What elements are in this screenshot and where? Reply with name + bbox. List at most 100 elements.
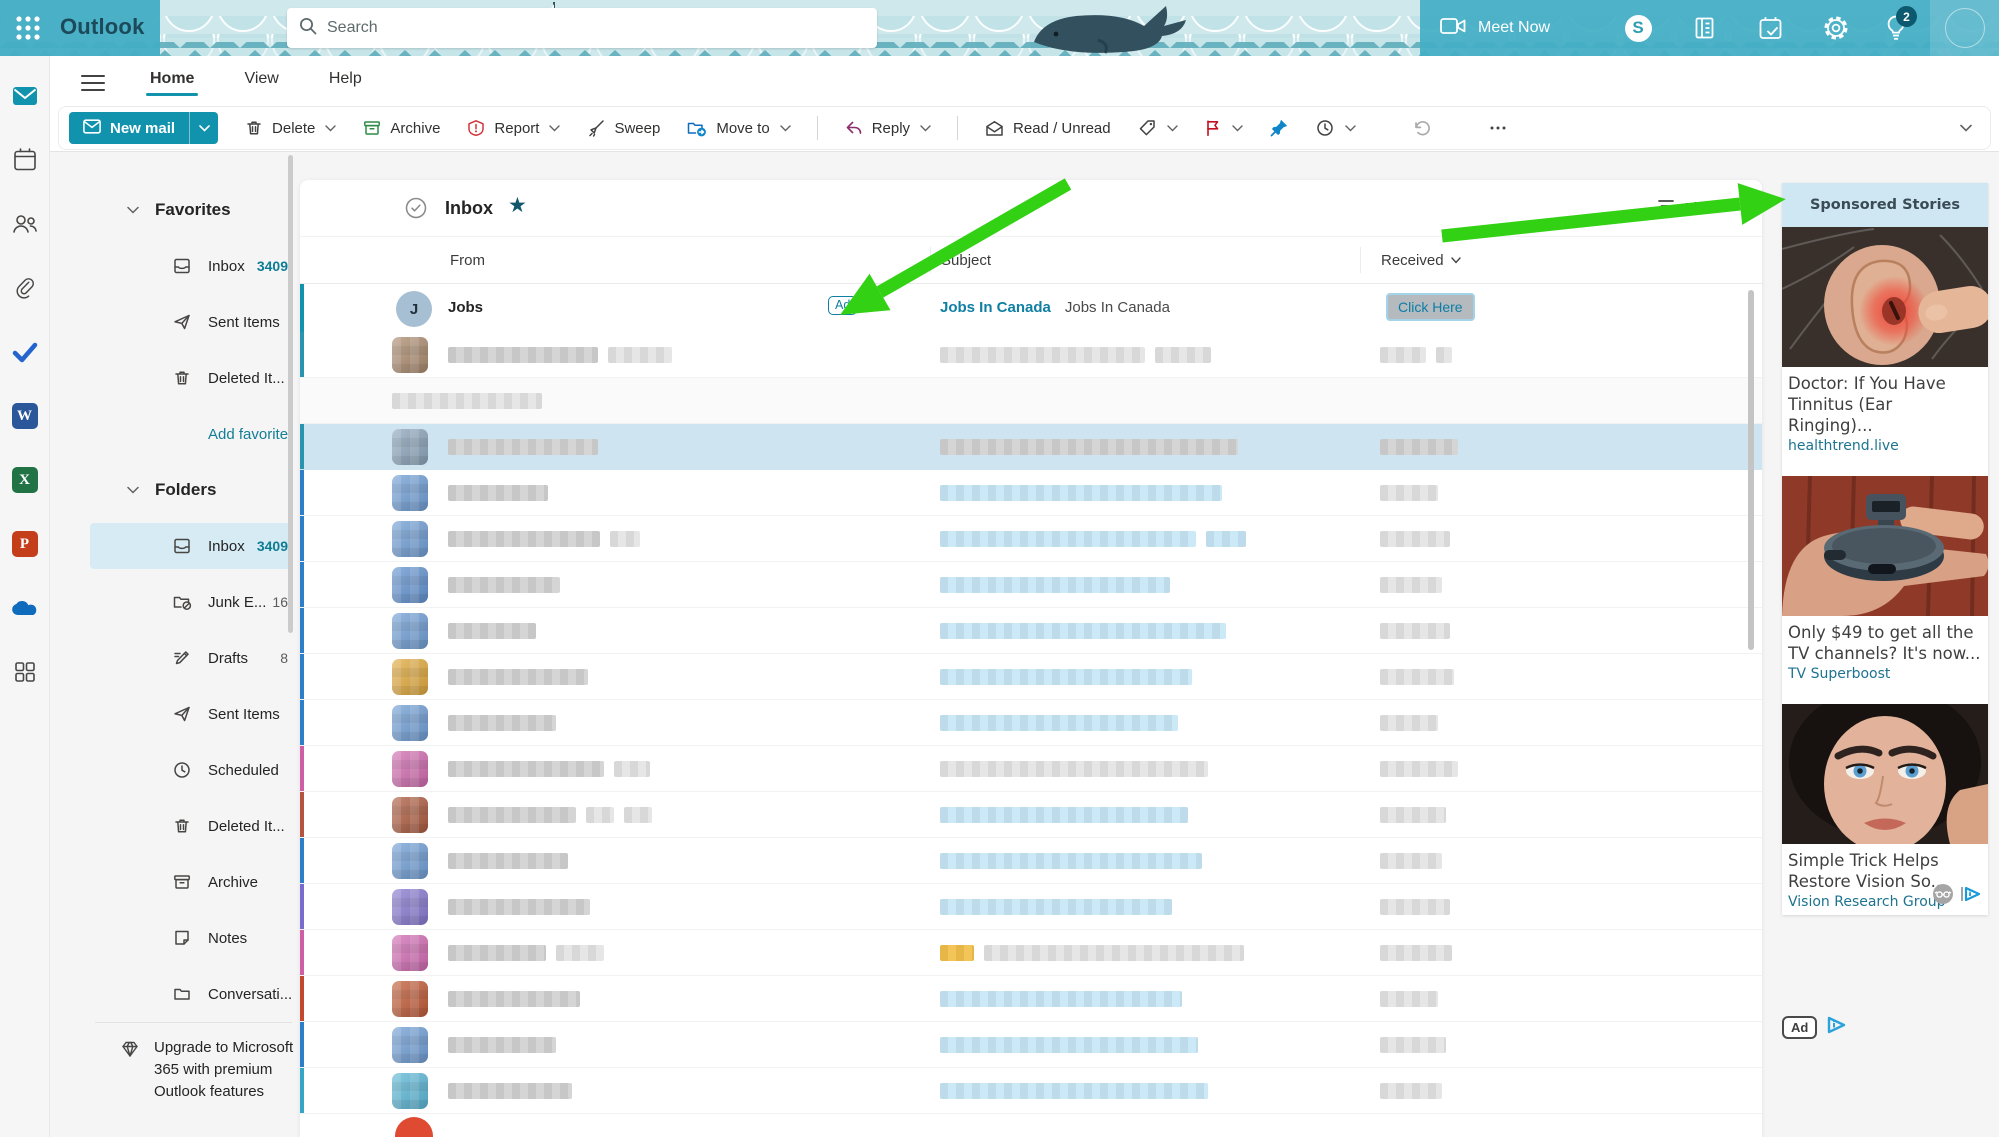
ad-link[interactable]: healthtrend.live bbox=[1782, 438, 1988, 454]
rail-item-calendar-icon[interactable] bbox=[11, 146, 39, 174]
folder-pane-scrollbar[interactable] bbox=[288, 155, 293, 633]
sidebar-item-inbox[interactable]: Inbox3409 bbox=[50, 518, 300, 574]
skype-icon[interactable]: S bbox=[1614, 0, 1662, 56]
toolbar-button-tag[interactable] bbox=[1137, 118, 1178, 138]
onenote-icon[interactable] bbox=[1680, 0, 1728, 56]
tips-count-badge: 2 bbox=[1896, 6, 1917, 27]
hamburger-menu-icon[interactable] bbox=[80, 72, 106, 94]
rail-item-excel-icon[interactable]: X bbox=[11, 466, 39, 494]
tab-help[interactable]: Help bbox=[327, 66, 364, 96]
sidebar-item-scheduled[interactable]: Scheduled bbox=[50, 742, 300, 798]
rail-item-people-icon[interactable] bbox=[11, 210, 39, 238]
message-row-placeholder[interactable] bbox=[300, 884, 1762, 930]
toolbar-button-reply[interactable]: Reply bbox=[844, 118, 931, 138]
trash-icon bbox=[172, 368, 192, 388]
sidebar-item-drafts[interactable]: Drafts8 bbox=[50, 630, 300, 686]
message-row-placeholder[interactable] bbox=[300, 1022, 1762, 1068]
new-mail-button[interactable]: New mail bbox=[69, 112, 218, 144]
column-subject[interactable]: Subject bbox=[930, 247, 1360, 273]
rail-item-paperclip-icon[interactable] bbox=[11, 274, 39, 302]
message-row-placeholder[interactable] bbox=[300, 1114, 1762, 1137]
toolbar-button-move-to[interactable]: Move to bbox=[686, 118, 790, 138]
ad-feedback-glasses-icon[interactable] bbox=[1932, 883, 1954, 909]
ad-badge-label[interactable]: Ad bbox=[1782, 1016, 1817, 1039]
message-row-placeholder[interactable] bbox=[300, 516, 1762, 562]
favorite-star-icon[interactable]: ★ bbox=[508, 195, 527, 216]
rail-item-todo-check-icon[interactable] bbox=[11, 338, 39, 366]
avatar bbox=[392, 567, 428, 603]
sponsored-ad-vision[interactable]: Simple Trick Helps Restore Vision So... … bbox=[1782, 704, 1988, 910]
sweep-icon bbox=[586, 118, 606, 138]
toolbar-button-read-unread[interactable]: Read / Unread bbox=[984, 119, 1111, 138]
ad-link[interactable]: TV Superboost bbox=[1782, 666, 1988, 682]
sidebar-item-junk-e[interactable]: Junk E...16 bbox=[50, 574, 300, 630]
sponsored-mail-row[interactable]: J Jobs Ad ... Jobs In Canada Jobs In Can… bbox=[300, 284, 1762, 335]
collapse-ribbon-chevron-icon[interactable] bbox=[1960, 124, 1972, 132]
ad-subject-link[interactable]: Jobs In Canada bbox=[940, 299, 1051, 316]
toolbar-button-pin[interactable] bbox=[1269, 118, 1289, 138]
upgrade-link[interactable]: Upgrade to Microsoft 365 with premium Ou… bbox=[50, 1023, 300, 1103]
rail-item-word-icon[interactable]: W bbox=[11, 402, 39, 430]
sidebar-item-sent-items[interactable]: Sent Items bbox=[50, 294, 300, 350]
rail-item-mail-icon[interactable] bbox=[11, 82, 39, 110]
toolbar-button-undo[interactable] bbox=[1412, 118, 1432, 138]
tab-view[interactable]: View bbox=[242, 66, 280, 96]
sidebar-item-notes[interactable]: Notes bbox=[50, 910, 300, 966]
sidebar-item-conversati[interactable]: Conversati... bbox=[50, 966, 300, 1022]
toolbar-button-flag[interactable] bbox=[1204, 118, 1243, 138]
message-row-placeholder[interactable] bbox=[300, 792, 1762, 838]
message-row-placeholder[interactable] bbox=[300, 562, 1762, 608]
tab-home[interactable]: Home bbox=[148, 66, 196, 96]
toolbar-button-label: Sweep bbox=[614, 120, 660, 137]
toolbar-button-dots[interactable] bbox=[1488, 118, 1508, 138]
message-row-placeholder[interactable] bbox=[300, 608, 1762, 654]
select-all-icon[interactable] bbox=[404, 196, 428, 220]
meet-now-button[interactable]: Meet Now bbox=[1432, 0, 1558, 56]
sponsored-ad-tv[interactable]: Only $49 to get all the TV channels? It'… bbox=[1782, 476, 1988, 682]
sidebar-item-deleted-it[interactable]: Deleted It... bbox=[50, 798, 300, 854]
new-mail-split-chevron[interactable] bbox=[189, 112, 218, 144]
rail-item-apps-grid-icon[interactable] bbox=[11, 658, 39, 686]
adchoices-icon[interactable] bbox=[1960, 886, 1982, 906]
message-row-placeholder[interactable] bbox=[300, 700, 1762, 746]
toolbar-button-sweep[interactable]: Sweep bbox=[586, 118, 660, 138]
settings-gear-icon[interactable] bbox=[1812, 0, 1860, 56]
toolbar-button-report[interactable]: Report bbox=[466, 118, 560, 138]
toolbar-button-label: Archive bbox=[390, 120, 440, 137]
sidebar-item-inbox[interactable]: Inbox3409 bbox=[50, 238, 300, 294]
search-input[interactable]: Search bbox=[287, 8, 877, 48]
message-row-placeholder[interactable] bbox=[300, 1068, 1762, 1114]
message-row-placeholder[interactable] bbox=[300, 746, 1762, 792]
message-row-placeholder[interactable] bbox=[300, 470, 1762, 516]
readunread-icon bbox=[984, 119, 1005, 138]
add-favorite-link[interactable]: Add favorite bbox=[50, 406, 300, 462]
tasks-calendar-check-icon[interactable] bbox=[1746, 0, 1794, 56]
filter-button[interactable]: Filter bbox=[1657, 199, 1718, 218]
tips-lightbulb-icon[interactable]: 2 bbox=[1872, 0, 1920, 56]
column-from[interactable]: From bbox=[300, 252, 930, 269]
rail-item-onedrive-icon[interactable] bbox=[11, 594, 39, 622]
sidebar-item-sent-items[interactable]: Sent Items bbox=[50, 686, 300, 742]
message-row-placeholder[interactable] bbox=[300, 930, 1762, 976]
message-row-placeholder[interactable] bbox=[300, 332, 1762, 378]
rail-item-powerpoint-icon[interactable]: P bbox=[11, 530, 39, 558]
message-row-placeholder[interactable] bbox=[300, 838, 1762, 884]
toolbar-button-archive[interactable]: Archive bbox=[362, 118, 440, 138]
section-header-favorites[interactable]: Favorites bbox=[50, 182, 300, 238]
message-row-placeholder[interactable] bbox=[300, 976, 1762, 1022]
column-received[interactable]: Received bbox=[1360, 247, 1762, 273]
sidebar-item-deleted-it[interactable]: Deleted It... bbox=[50, 350, 300, 406]
section-header-folders[interactable]: Folders bbox=[50, 462, 300, 518]
app-launcher-icon[interactable] bbox=[8, 8, 48, 48]
message-row-placeholder[interactable] bbox=[300, 378, 1762, 424]
sidebar-item-archive[interactable]: Archive bbox=[50, 854, 300, 910]
sponsored-ad-tinnitus[interactable]: Doctor: If You Have Tinnitus (Ear Ringin… bbox=[1782, 227, 1988, 454]
account-avatar[interactable] bbox=[1930, 0, 1999, 56]
message-row-placeholder[interactable] bbox=[300, 654, 1762, 700]
list-scrollbar[interactable] bbox=[1748, 290, 1754, 650]
toolbar-button-clock[interactable] bbox=[1315, 118, 1356, 138]
message-row-placeholder[interactable] bbox=[300, 424, 1762, 470]
toolbar-button-delete[interactable]: Delete bbox=[244, 118, 336, 138]
adchoices-triangle-icon[interactable] bbox=[1825, 1016, 1849, 1039]
click-here-button[interactable]: Click Here bbox=[1386, 293, 1475, 321]
